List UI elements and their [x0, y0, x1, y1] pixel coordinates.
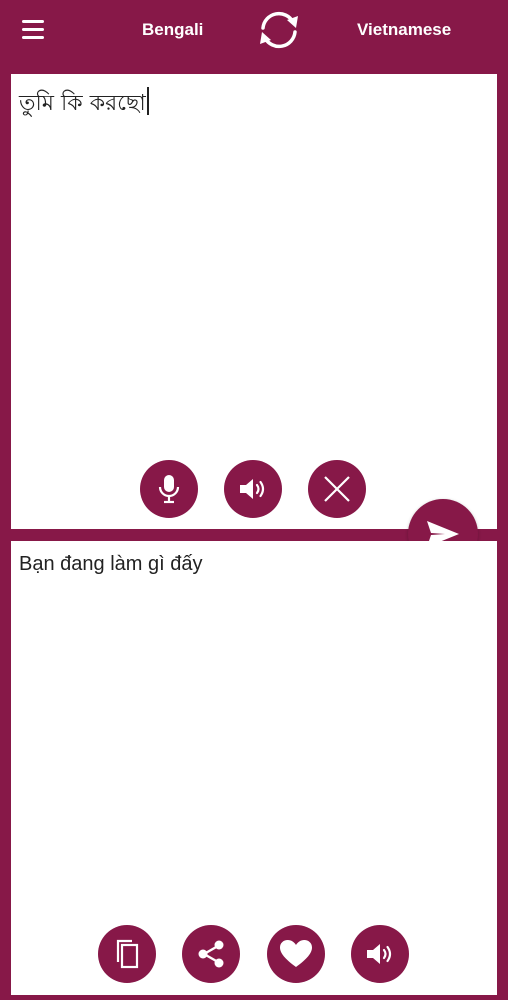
source-text-input[interactable]: তুমি কি করছো	[19, 86, 489, 123]
copy-button[interactable]	[98, 925, 156, 983]
speaker-icon	[367, 944, 392, 964]
heart-icon	[280, 940, 312, 967]
swap-languages-button[interactable]	[254, 8, 304, 52]
microphone-icon	[158, 475, 180, 504]
menu-button[interactable]	[14, 16, 54, 44]
source-text-value: তুমি কি করছো	[19, 91, 146, 116]
source-language-selector[interactable]: Bengali	[142, 20, 203, 40]
translated-text-panel: Bạn đang làm gì đấy	[11, 541, 497, 995]
close-icon	[324, 476, 350, 502]
swap-languages-icon	[260, 11, 298, 49]
target-language-selector[interactable]: Vietnamese	[357, 20, 451, 40]
speak-source-button[interactable]	[224, 460, 282, 518]
text-caret	[146, 87, 149, 115]
translated-text: Bạn đang làm gì đấy	[19, 553, 203, 575]
speaker-icon	[240, 479, 265, 499]
microphone-button[interactable]	[140, 460, 198, 518]
copy-icon	[116, 939, 139, 969]
share-icon	[198, 940, 224, 968]
clear-text-button[interactable]	[308, 460, 366, 518]
source-text-panel: তুমি কি করছো	[11, 74, 497, 529]
speak-translation-button[interactable]	[351, 925, 409, 983]
favorite-button[interactable]	[267, 925, 325, 983]
translator-app: Bengali Vietnamese তুমি কি করছো Bạn đang…	[0, 0, 508, 1000]
share-button[interactable]	[182, 925, 240, 983]
top-bar: Bengali Vietnamese	[0, 0, 508, 62]
